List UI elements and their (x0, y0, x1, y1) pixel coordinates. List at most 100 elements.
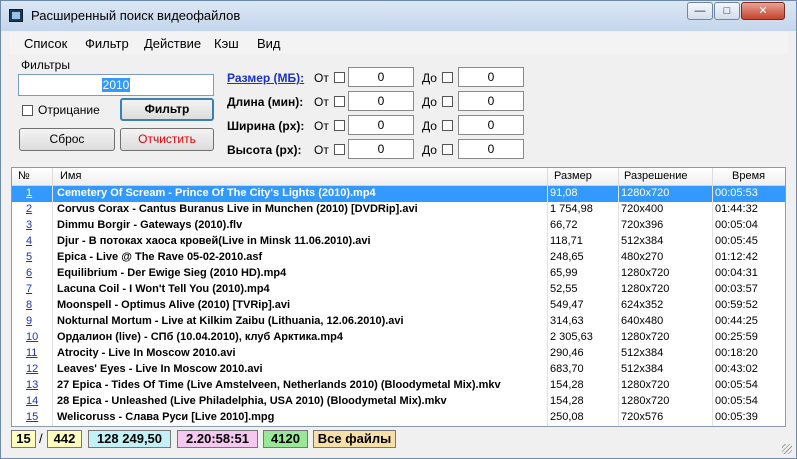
row-name: Djur - В потоках хаоса кровей(Live in Mi… (57, 235, 371, 247)
resize-grip-icon[interactable] (782, 444, 792, 454)
row-resolution: 480x270 (621, 251, 664, 263)
length-range-label: Длина (мин): (227, 95, 304, 109)
row-number[interactable]: 1 (26, 187, 48, 199)
width-from-label: От (314, 119, 329, 133)
table-row[interactable]: 3 Dimmu Borgir - Gateways (2010).flv 66,72… (12, 218, 785, 234)
length-to-input[interactable]: 0 (458, 91, 524, 111)
table-row[interactable]: 4 Djur - В потоках хаоса кровей(Live in M… (12, 234, 785, 250)
table-row[interactable]: 11 Atrocity - Live In Moscow 2010.avi 290,… (12, 346, 785, 362)
row-time: 00:05:39 (715, 411, 758, 423)
size-from-input[interactable]: 0 (348, 67, 414, 87)
height-from-checkbox[interactable] (334, 144, 345, 155)
search-input-value: 2010 (101, 78, 131, 92)
table-row[interactable]: 1 Cemetery Of Scream - Prince Of The City… (12, 186, 785, 202)
close-button[interactable]: ✕ (741, 2, 785, 20)
maximize-button[interactable]: □ (714, 2, 740, 20)
size-range-link[interactable]: Размер (МБ): (227, 71, 304, 85)
row-number[interactable]: 7 (26, 283, 48, 295)
column-time[interactable]: Время (732, 170, 765, 182)
negation-checkbox[interactable] (22, 105, 33, 116)
row-number[interactable]: 3 (26, 219, 48, 231)
row-size: 290,46 (550, 347, 584, 359)
row-name: Leaves' Eyes - Live In Moscow 2010.avi (57, 363, 263, 375)
table-row[interactable]: 7 Lacuna Coil - I Won't Tell You (2010).m… (12, 282, 785, 298)
row-name: Epica - Live @ The Rave 05-02-2010.asf (57, 251, 263, 263)
row-name: Moonspell - Optimus Alive (2010) [TVRip]… (57, 299, 291, 311)
width-to-input[interactable]: 0 (458, 115, 524, 135)
status-mode[interactable]: Все файлы (313, 430, 396, 448)
row-name: Cemetery Of Scream - Prince Of The City'… (57, 187, 376, 199)
row-number[interactable]: 15 (26, 411, 48, 423)
size-to-label: До (422, 71, 437, 85)
window-title: Расширенный поиск видеофайлов (31, 8, 241, 23)
status-total-size: 128 249,50 (88, 430, 171, 448)
height-range-label: Высота (px): (227, 143, 302, 157)
height-to-checkbox[interactable] (442, 144, 453, 155)
table-row[interactable]: 15 Welicoruss - Слава Руси [Live 2010].mp… (12, 410, 785, 426)
row-number[interactable]: 14 (26, 395, 48, 407)
length-from-checkbox[interactable] (334, 96, 345, 107)
menu-bar: Список Фильтр Действие Кэш Вид (9, 32, 788, 54)
table-row[interactable]: 12 Leaves' Eyes - Live In Moscow 2010.avi… (12, 362, 785, 378)
size-to-input[interactable]: 0 (458, 67, 524, 87)
table-row[interactable]: 2 Corvus Corax - Cantus Buranus Live in M… (12, 202, 785, 218)
table-row[interactable]: 8 Moonspell - Optimus Alive (2010) [TVRip… (12, 298, 785, 314)
row-name: 27 Epica - Tides Of Time (Live Amstelvee… (57, 379, 501, 391)
width-from-input[interactable]: 0 (348, 115, 414, 135)
clear-button[interactable]: Отчистить (120, 128, 214, 151)
menu-list[interactable]: Список (24, 36, 67, 51)
width-from-checkbox[interactable] (334, 120, 345, 131)
table-row[interactable]: 6 Equilibrium - Der Ewige Sieg (2010 HD).… (12, 266, 785, 282)
menu-action[interactable]: Действие (144, 36, 201, 51)
column-size[interactable]: Размер (554, 170, 592, 182)
row-number[interactable]: 9 (26, 315, 48, 327)
height-from-input[interactable]: 0 (348, 139, 414, 159)
row-number[interactable]: 4 (26, 235, 48, 247)
row-number[interactable]: 8 (26, 299, 48, 311)
row-resolution: 1280x720 (621, 331, 670, 343)
row-number[interactable]: 12 (26, 363, 48, 375)
table-row[interactable]: 14 28 Epica - Unleashed (Live Philadelphi… (12, 394, 785, 410)
row-time: 00:44:25 (715, 315, 758, 327)
column-number[interactable]: № (18, 170, 30, 182)
row-size: 314,63 (550, 315, 584, 327)
row-size: 154,28 (550, 395, 584, 407)
table-row[interactable]: 9 Nokturnal Mortum - Live at Kilkim Zaibu… (12, 314, 785, 330)
size-from-checkbox[interactable] (334, 72, 345, 83)
file-list[interactable]: № Имя Размер Разрешение Время 1 Cemetery … (11, 167, 786, 427)
menu-filter[interactable]: Фильтр (85, 36, 129, 51)
row-number[interactable]: 6 (26, 267, 48, 279)
column-name[interactable]: Имя (60, 170, 81, 182)
status-total-count: 442 (47, 430, 82, 448)
status-separator: / (39, 431, 43, 446)
search-input[interactable]: 2010 (18, 74, 214, 96)
row-number[interactable]: 5 (26, 251, 48, 263)
row-resolution: 720x400 (621, 203, 664, 215)
row-resolution: 1280x720 (621, 283, 670, 295)
width-to-checkbox[interactable] (442, 120, 453, 131)
table-row[interactable]: 13 27 Epica - Tides Of Time (Live Amstelv… (12, 378, 785, 394)
reset-button[interactable]: Сброс (19, 128, 115, 151)
size-to-checkbox[interactable] (442, 72, 453, 83)
column-resolution[interactable]: Разрешение (624, 170, 688, 182)
row-resolution: 512x384 (621, 235, 664, 247)
menu-cache[interactable]: Кэш (214, 36, 239, 51)
row-number[interactable]: 2 (26, 203, 48, 215)
table-row[interactable]: 5 Epica - Live @ The Rave 05-02-2010.asf 2… (12, 250, 785, 266)
row-name: Atrocity - Live In Moscow 2010.avi (57, 347, 236, 359)
length-from-input[interactable]: 0 (348, 91, 414, 111)
menu-view[interactable]: Вид (257, 36, 281, 51)
row-size: 154,28 (550, 379, 584, 391)
height-to-input[interactable]: 0 (458, 139, 524, 159)
filter-button[interactable]: Фильтр (120, 98, 214, 121)
length-from-label: От (314, 95, 329, 109)
row-resolution: 1280x720 (621, 267, 670, 279)
table-row[interactable]: 10 Ордалион (live) - СПб (10.04.2010), кл… (12, 330, 785, 346)
minimize-button[interactable]: — (687, 2, 713, 20)
row-number[interactable]: 13 (26, 379, 48, 391)
status-total-duration: 2.20:58:51 (177, 430, 258, 448)
row-number[interactable]: 11 (26, 347, 48, 359)
length-to-checkbox[interactable] (442, 96, 453, 107)
row-number[interactable]: 10 (26, 331, 48, 343)
size-from-label: От (314, 71, 329, 85)
